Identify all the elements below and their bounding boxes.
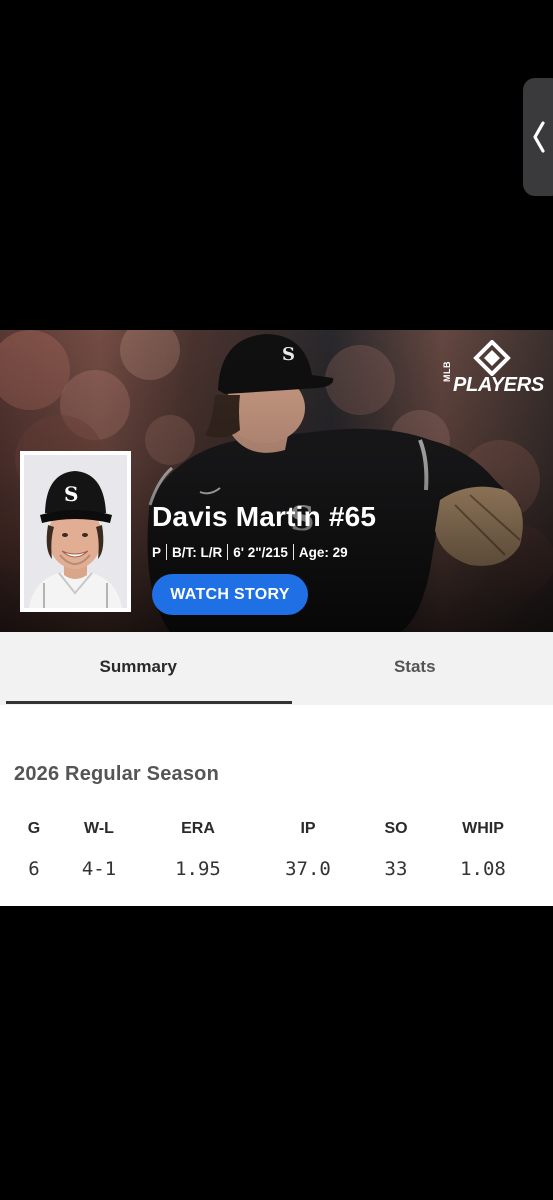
svg-text:S: S [64,482,78,506]
player-headshot-frame: S [20,451,131,612]
player-bats-throws: B/T: L/R [172,544,223,560]
player-bio-line: P B/T: L/R 6' 2"/215 Age: 29 [152,544,348,560]
tab-summary[interactable]: Summary [0,632,291,705]
headshot-image: S [24,455,127,608]
summary-panel: 2026 Regular Season G 6 W-L 4-1 ERA 1.95… [0,705,553,906]
side-panel-handle[interactable] [523,78,553,196]
divider [166,544,168,560]
tab-bar: Summary Stats [0,632,553,705]
watch-story-button[interactable]: WATCH STORY [152,574,308,615]
stat-value: 33 [384,858,408,880]
stat-header: WHIP [462,820,504,837]
stat-header: ERA [181,820,215,837]
player-height-weight: 6' 2"/215 [233,544,288,560]
players-logo-text: PLAYERS [453,374,544,396]
player-name: Davis Martin #65 [152,501,377,532]
mlb-players-logo: MLB PLAYERS [440,340,546,400]
player-age: Age: 29 [298,544,348,560]
chevron-left-icon [533,121,545,153]
divider [227,544,229,560]
divider [292,544,294,560]
diamond-logo-icon [473,340,511,376]
tab-stats[interactable]: Stats [277,632,553,705]
stat-header: IP [300,820,316,837]
stat-value: 37.0 [285,858,331,880]
player-position: P [152,544,162,560]
player-hero-banner: S S MLB PLAYERS [0,330,553,632]
stat-value: 4-1 [81,858,117,880]
stat-value: 1.95 [175,858,221,880]
season-title: 2026 Regular Season [14,763,220,785]
stat-value: 1.08 [460,858,506,880]
player-headshot: S [24,455,127,608]
stat-header: SO [384,820,408,837]
stat-header: W-L [84,820,114,837]
mlb-logo-text: MLB [442,361,452,382]
